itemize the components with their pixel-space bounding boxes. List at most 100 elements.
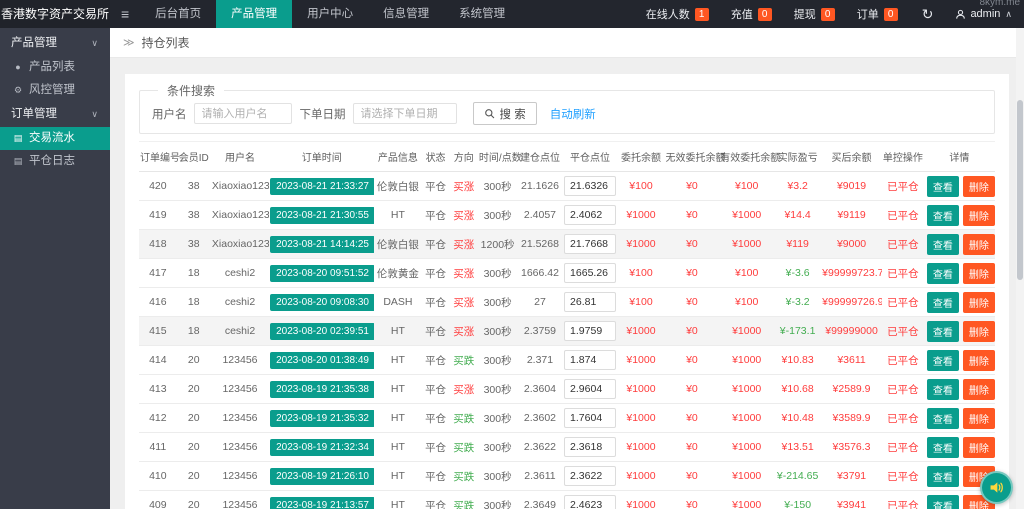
gear-icon: ⚙ (13, 85, 23, 95)
cell-product: HT (374, 316, 422, 346)
cell-entrust_balance: ¥1000 (617, 403, 665, 433)
order-time-button[interactable]: 2023-08-21 14:14:25 (270, 235, 375, 253)
sidebar-group-0[interactable]: 产品管理 ∨ (0, 31, 110, 56)
order-time-button[interactable]: 2023-08-20 09:08:30 (270, 293, 375, 311)
cell-valid_entrust: ¥1000 (719, 316, 775, 346)
table-row: 410 20 123456 2023-08-19 21:26:10 HT 平仓 买跌 300秒… (139, 461, 995, 491)
delete-button[interactable]: 删除 (962, 262, 995, 284)
order-time-button[interactable]: 2023-08-20 01:38:49 (270, 351, 375, 369)
scrollbar-thumb[interactable] (1017, 100, 1023, 280)
order-time-button[interactable]: 2023-08-19 21:35:32 (270, 409, 375, 427)
valid_entrust-value: ¥1000 (732, 412, 762, 424)
sidebar-item-0-1[interactable]: ⚙ 风控管理 (0, 79, 110, 102)
nav-item-0[interactable]: 后台首页 (140, 0, 216, 28)
order-time-button[interactable]: 2023-08-19 21:32:34 (270, 438, 375, 456)
view-button[interactable]: 查看 (926, 291, 959, 313)
stat-3[interactable]: 订单 0 (857, 6, 898, 22)
view-button[interactable]: 查看 (926, 262, 959, 284)
username-input[interactable] (193, 103, 292, 124)
cell-open_point: 21.5268 (517, 229, 563, 259)
view-button[interactable]: 查看 (926, 175, 959, 197)
order-date-input[interactable] (352, 103, 457, 124)
cell-actual_profit: ¥3.2 (774, 171, 822, 201)
cell-invalid_entrust: ¥0 (664, 403, 720, 433)
view-button[interactable]: 查看 (926, 494, 959, 509)
sidebar-item-1-1[interactable]: ▤ 平仓日志 (0, 150, 110, 173)
stat-1[interactable]: 充值 0 (731, 6, 772, 22)
delete-button[interactable]: 删除 (962, 320, 995, 342)
user-menu[interactable]: admin ∧ (955, 8, 1012, 20)
view-button[interactable]: 查看 (926, 349, 959, 371)
delete-button[interactable]: 删除 (962, 233, 995, 255)
delete-button[interactable]: 删除 (962, 436, 995, 458)
delete-button[interactable]: 删除 (962, 175, 995, 197)
after_balance-value: ¥3791 (836, 470, 867, 482)
col-header-status: 状态 (421, 141, 450, 172)
refresh-icon[interactable]: ↻ (922, 0, 934, 28)
close-point-box[interactable]: 2.4062 (564, 205, 617, 225)
control-value: 已平仓 (887, 325, 919, 338)
nav-item-4[interactable]: 系统管理 (444, 0, 520, 28)
view-button[interactable]: 查看 (926, 204, 959, 226)
delete-button[interactable]: 删除 (962, 291, 995, 313)
nav-item-1[interactable]: 产品管理 (216, 0, 293, 28)
stat-2[interactable]: 提现 0 (794, 6, 835, 22)
delete-button[interactable]: 删除 (962, 407, 995, 429)
order-time-button[interactable]: 2023-08-20 09:51:52 (270, 264, 375, 282)
sidebar-item-0-0[interactable]: ● 产品列表 (0, 56, 110, 79)
invalid_entrust-value: ¥0 (686, 354, 698, 366)
delete-button[interactable]: 删除 (962, 349, 995, 371)
after_balance-value: ¥3589.9 (832, 412, 871, 424)
audio-fab-button[interactable] (980, 471, 1013, 504)
close-point-box[interactable]: 21.6326 (564, 176, 617, 196)
stat-0[interactable]: 在线人数 1 (646, 6, 709, 22)
order-time-button[interactable]: 2023-08-21 21:30:55 (270, 206, 375, 224)
menu-icon[interactable]: ≡ (110, 0, 140, 28)
close-point-box[interactable]: 1.7604 (564, 408, 617, 428)
close-point-box[interactable]: 1.874 (564, 350, 617, 370)
close-point-box[interactable]: 1.9759 (564, 321, 617, 341)
close-point-box[interactable]: 21.7668 (564, 234, 617, 254)
cell-username: Xiaoxiao123 (210, 200, 270, 230)
app-logo: 香港数字资产交易所 (0, 0, 110, 28)
order-time-button[interactable]: 2023-08-19 21:35:38 (270, 380, 375, 398)
nav-item-3[interactable]: 信息管理 (368, 0, 444, 28)
order-time-button[interactable]: 2023-08-21 21:33:27 (270, 177, 375, 195)
view-button[interactable]: 查看 (926, 233, 959, 255)
sidebar-group-1[interactable]: 订单管理 ∨ (0, 102, 110, 127)
cell-entrust_balance: ¥1000 (617, 200, 665, 230)
cell-status: 平仓 (421, 461, 450, 491)
delete-button[interactable]: 删除 (962, 204, 995, 226)
view-button[interactable]: 查看 (926, 320, 959, 342)
order-time-button[interactable]: 2023-08-19 21:13:57 (270, 496, 375, 509)
cell-actions: 查看 删除 (923, 403, 995, 433)
invalid_entrust-value: ¥0 (686, 180, 698, 192)
profit-value: ¥-214.65 (776, 470, 819, 482)
view-button[interactable]: 查看 (926, 436, 959, 458)
close-point-box[interactable]: 2.9604 (564, 379, 617, 399)
close-point-box[interactable]: 2.3618 (564, 437, 617, 457)
invalid_entrust-value: ¥0 (686, 267, 698, 279)
view-button[interactable]: 查看 (926, 378, 959, 400)
cell-username: ceshi2 (210, 287, 270, 317)
view-button[interactable]: 查看 (926, 407, 959, 429)
close-point-box[interactable]: 1665.26 (564, 263, 617, 283)
search-button[interactable]: 搜 索 (472, 102, 537, 125)
auto-refresh-link[interactable]: 自动刷新 (550, 106, 596, 122)
view-button[interactable]: 查看 (926, 465, 959, 487)
cell-actual_profit: ¥-150 (774, 490, 822, 509)
delete-button[interactable]: 删除 (962, 378, 995, 400)
cell-product: 伦敦白银 (374, 229, 422, 259)
cell-valid_entrust: ¥1000 (719, 490, 775, 509)
close-point-box[interactable]: 26.81 (564, 292, 617, 312)
order-time-button[interactable]: 2023-08-20 02:39:51 (270, 322, 375, 340)
sidebar-item-1-0[interactable]: ▤ 交易流水 (0, 127, 110, 150)
entrust_balance-value: ¥100 (629, 180, 653, 192)
order-time-button[interactable]: 2023-08-19 21:26:10 (270, 467, 375, 485)
sidebar-item-label: 交易流水 (29, 132, 75, 144)
cell-control: 已平仓 (881, 316, 924, 346)
nav-item-2[interactable]: 用户中心 (292, 0, 368, 28)
cell-close_point: 1.7604 (562, 403, 618, 433)
close-point-box[interactable]: 2.4623 (564, 495, 617, 509)
close-point-box[interactable]: 2.3622 (564, 466, 617, 486)
